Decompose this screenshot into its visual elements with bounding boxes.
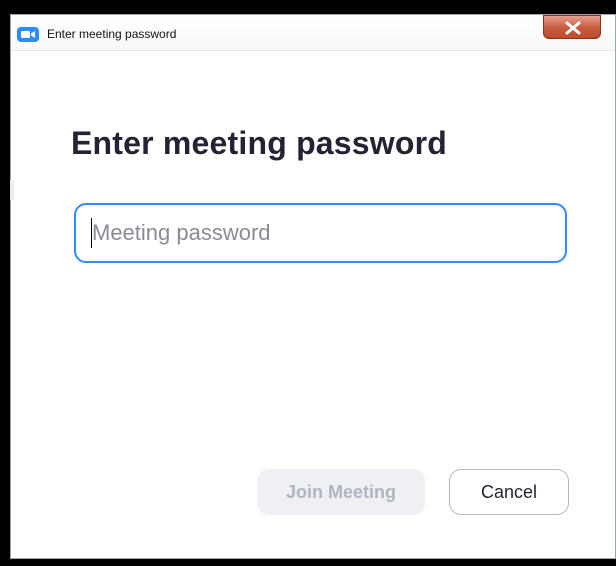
meeting-password-input[interactable]: [74, 203, 567, 263]
video-camera-icon: [17, 27, 39, 42]
window-edge-strip: [10, 180, 14, 200]
close-button[interactable]: [543, 15, 601, 39]
password-dialog-window: Enter meeting password Enter meeting pas…: [10, 14, 616, 559]
title-bar[interactable]: Enter meeting password: [11, 15, 615, 51]
dialog-heading: Enter meeting password: [71, 125, 448, 161]
text-caret: [91, 218, 92, 248]
cancel-button[interactable]: Cancel: [449, 469, 569, 515]
close-icon: [565, 21, 581, 35]
join-meeting-button[interactable]: Join Meeting: [257, 469, 425, 515]
window-title: Enter meeting password: [47, 27, 177, 41]
